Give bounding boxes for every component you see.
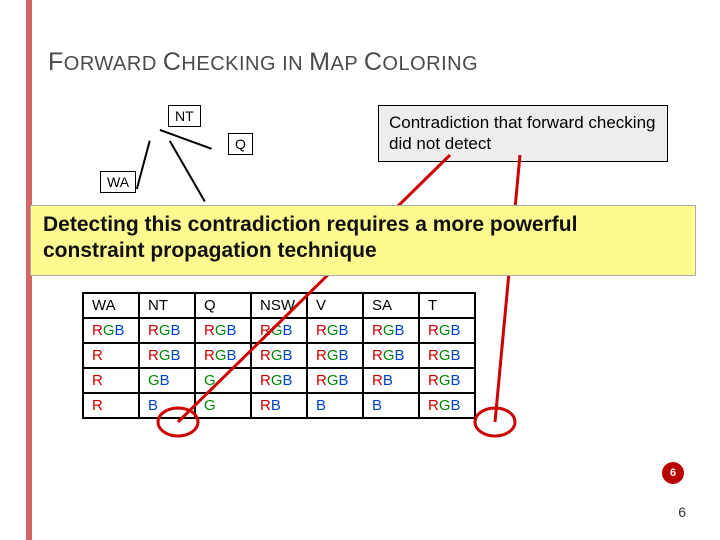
slide-number-badge: 6 bbox=[662, 462, 684, 484]
map-edge bbox=[136, 141, 150, 190]
col-header: NSW bbox=[251, 293, 307, 318]
table-header-row: WA NT Q NSW V SA T bbox=[83, 293, 475, 318]
col-header: V bbox=[307, 293, 363, 318]
title-frag: OLORING bbox=[382, 53, 478, 75]
cell: RGB bbox=[251, 318, 307, 343]
callout-box: Contradiction that forward checking did … bbox=[378, 105, 668, 162]
cell: B bbox=[139, 393, 195, 418]
cell: RGB bbox=[419, 318, 475, 343]
slide-title: FORWARD CHECKING IN MAP COLORING bbox=[48, 48, 478, 77]
cell: RGB bbox=[307, 368, 363, 393]
state-nt: NT bbox=[168, 105, 201, 127]
cell: RGB bbox=[195, 318, 251, 343]
cell: RB bbox=[363, 368, 419, 393]
cell: RGB bbox=[83, 318, 139, 343]
cell: RB bbox=[251, 393, 307, 418]
cell: R bbox=[83, 393, 139, 418]
title-frag: M bbox=[309, 48, 330, 76]
cell: RGB bbox=[251, 343, 307, 368]
cell: RGB bbox=[363, 343, 419, 368]
cell: B bbox=[363, 393, 419, 418]
cell: RGB bbox=[363, 318, 419, 343]
contradiction-circle-sa bbox=[475, 408, 515, 436]
title-frag: HECKING IN bbox=[181, 53, 309, 75]
cell: RGB bbox=[419, 343, 475, 368]
cell: RGB bbox=[419, 368, 475, 393]
cell: RGB bbox=[251, 368, 307, 393]
col-header: WA bbox=[83, 293, 139, 318]
title-frag: F bbox=[48, 48, 64, 76]
table-row: R GB G RGB RGB RB RGB bbox=[83, 368, 475, 393]
table-row: R RGB RGB RGB RGB RGB RGB bbox=[83, 343, 475, 368]
map-edge bbox=[160, 129, 212, 149]
cell: GB bbox=[139, 368, 195, 393]
col-header: T bbox=[419, 293, 475, 318]
cell: RGB bbox=[307, 318, 363, 343]
cell: RGB bbox=[195, 343, 251, 368]
title-frag: C bbox=[364, 48, 383, 76]
table-row: R B G RB B B RGB bbox=[83, 393, 475, 418]
title-frag: ORWARD bbox=[64, 53, 163, 75]
state-wa: WA bbox=[100, 171, 136, 193]
highlight-note: Detecting this contradiction requires a … bbox=[30, 205, 696, 276]
cell: R bbox=[83, 368, 139, 393]
map-edge bbox=[169, 140, 205, 201]
callout-line bbox=[495, 155, 520, 422]
col-header: NT bbox=[139, 293, 195, 318]
domain-table: WA NT Q NSW V SA T RGB RGB RGB RGB RGB R… bbox=[82, 292, 476, 419]
title-frag: AP bbox=[330, 53, 363, 75]
cell: G bbox=[195, 393, 251, 418]
col-header: SA bbox=[363, 293, 419, 318]
slide-number-footer: 6 bbox=[678, 504, 686, 520]
cell: RGB bbox=[139, 318, 195, 343]
title-frag: C bbox=[163, 48, 182, 76]
table-row: RGB RGB RGB RGB RGB RGB RGB bbox=[83, 318, 475, 343]
state-q: Q bbox=[228, 133, 253, 155]
cell: B bbox=[307, 393, 363, 418]
col-header: Q bbox=[195, 293, 251, 318]
cell: R bbox=[83, 343, 139, 368]
cell: G bbox=[195, 368, 251, 393]
cell: RGB bbox=[139, 343, 195, 368]
cell: RGB bbox=[419, 393, 475, 418]
cell: RGB bbox=[307, 343, 363, 368]
